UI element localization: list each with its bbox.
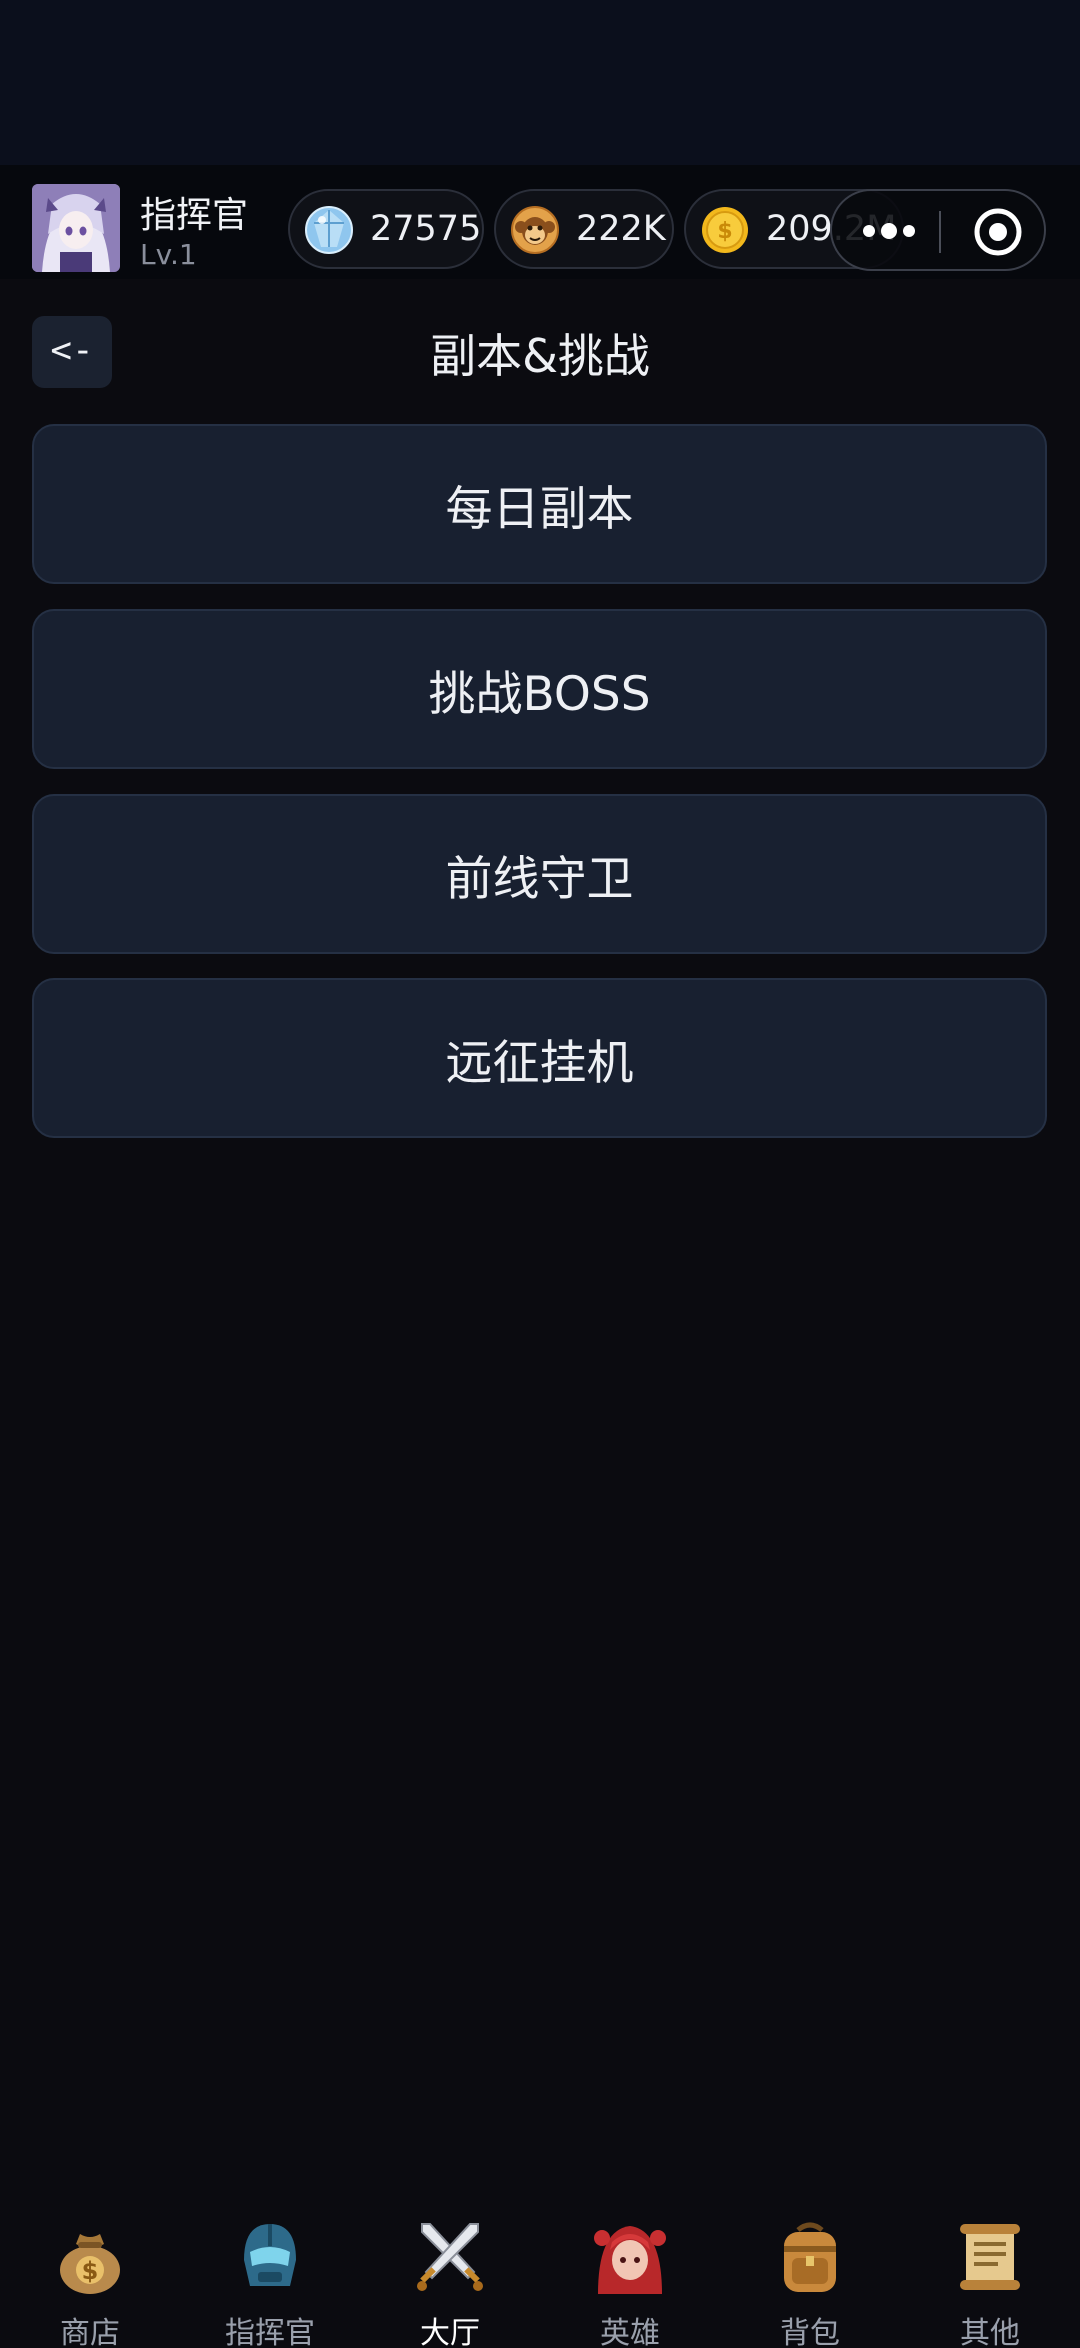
nav-shop[interactable]: $ 商店: [10, 2216, 170, 2348]
nav-commander-label: 指挥官: [225, 2316, 315, 2348]
page-title: 副本&挑战: [430, 329, 650, 383]
nav-bag[interactable]: 背包: [730, 2216, 890, 2348]
game-screen: 指挥官 Lv.1 27575 222K $ <- 副本&挑战 每日副本 挑战BO…: [0, 0, 1080, 2348]
monkey-coin-icon: [511, 206, 559, 254]
backpack-icon: [784, 2222, 836, 2292]
helmet-icon: [244, 2224, 296, 2286]
frontline-guard-button[interactable]: 前线守卫: [32, 794, 1047, 954]
nav-bag-label: 背包: [780, 2316, 840, 2348]
capsule-divider: [939, 211, 941, 253]
nav-commander[interactable]: 指挥官: [190, 2216, 350, 2348]
nav-other[interactable]: 其他: [910, 2216, 1070, 2348]
svg-text:$: $: [82, 2257, 99, 2285]
gold-coin-icon: $: [702, 207, 748, 253]
expedition-idle-button[interactable]: 远征挂机: [32, 978, 1047, 1138]
hero-portrait-icon: [594, 2226, 666, 2294]
nav-hall[interactable]: 大厅: [370, 2216, 530, 2348]
mini-program-capsule: [830, 189, 1046, 271]
monkey-coin-counter[interactable]: 222K: [494, 189, 674, 269]
svg-text:$: $: [717, 219, 732, 244]
daily-dungeon-button[interactable]: 每日副本: [32, 424, 1047, 584]
more-dots-icon[interactable]: [854, 211, 924, 251]
nav-hall-label: 大厅: [420, 2316, 480, 2348]
gem-counter[interactable]: 27575: [288, 189, 484, 269]
player-avatar[interactable]: [32, 184, 120, 272]
scroll-icon: [960, 2224, 1020, 2290]
nav-other-label: 其他: [960, 2316, 1020, 2348]
player-name: 指挥官: [140, 195, 249, 236]
close-target-icon[interactable]: [972, 206, 1024, 258]
gem-value: 27575: [370, 209, 482, 249]
crossed-swords-icon: [417, 2223, 483, 2291]
nav-heroes[interactable]: 英雄: [550, 2216, 710, 2348]
monkey-coin-value: 222K: [576, 209, 666, 249]
nav-heroes-label: 英雄: [600, 2316, 660, 2348]
money-bag-icon: $: [60, 2234, 120, 2294]
avatar-portrait-icon: [32, 184, 120, 272]
nav-shop-label: 商店: [60, 2316, 120, 2348]
gem-icon: [305, 206, 353, 254]
challenge-boss-button[interactable]: 挑战BOSS: [32, 609, 1047, 769]
player-level: Lv.1: [140, 238, 197, 271]
status-area: [0, 0, 1080, 165]
